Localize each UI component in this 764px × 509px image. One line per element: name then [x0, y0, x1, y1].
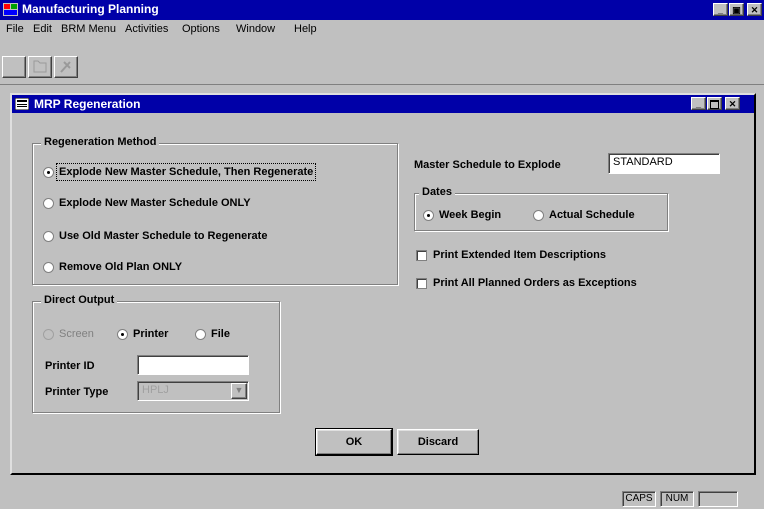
- toolbar: [0, 38, 764, 85]
- child-close-button[interactable]: ✕: [725, 97, 740, 110]
- output-screen-radio: Screen: [43, 328, 94, 340]
- radio[interactable]: [43, 197, 54, 209]
- open-icon: [33, 60, 47, 73]
- printer-type-select[interactable]: HPLJ ▼: [137, 381, 249, 401]
- status-panel-empty: [698, 491, 738, 507]
- status-bar: CAPS NUM: [0, 486, 764, 509]
- regeneration-method-group: Regeneration Method Explode New Master S…: [32, 136, 398, 285]
- child-title-bar[interactable]: MRP Regeneration _ ✕: [12, 95, 754, 113]
- app-close-button[interactable]: ✕: [747, 3, 762, 16]
- num-indicator: NUM: [660, 491, 694, 507]
- master-schedule-label: Master Schedule to Explode: [414, 159, 561, 171]
- dates-title: Dates: [419, 186, 455, 198]
- direct-output-group: Direct Output Screen Printer File Printe…: [32, 294, 280, 413]
- radio: [43, 328, 54, 340]
- radio-selected[interactable]: [43, 166, 54, 178]
- dates-group: Dates Week Begin Actual Schedule: [414, 186, 668, 231]
- output-file-radio[interactable]: File: [195, 328, 230, 340]
- printer-id-label: Printer ID: [45, 360, 95, 372]
- dates-week-begin-radio[interactable]: Week Begin: [423, 209, 501, 221]
- child-title: MRP Regeneration: [34, 97, 141, 111]
- printer-id-input[interactable]: [137, 355, 249, 375]
- child-maximize-button[interactable]: [707, 97, 722, 110]
- printer-type-value: HPLJ: [142, 384, 169, 396]
- menu-activities[interactable]: Activities: [125, 23, 168, 35]
- menu-brm[interactable]: BRM Menu: [61, 23, 116, 35]
- menu-bar: File Edit BRM Menu Activities Options Wi…: [0, 20, 764, 38]
- checkbox[interactable]: [416, 277, 427, 289]
- child-minimize-button[interactable]: _: [691, 97, 706, 110]
- master-schedule-input[interactable]: STANDARD: [608, 153, 720, 174]
- app-icon[interactable]: [3, 3, 18, 16]
- print-extended-descriptions-checkbox[interactable]: Print Extended Item Descriptions: [416, 249, 606, 261]
- print-all-planned-orders-checkbox[interactable]: Print All Planned Orders as Exceptions: [416, 277, 637, 289]
- discard-button[interactable]: Discard: [397, 429, 479, 455]
- menu-file[interactable]: File: [6, 23, 24, 35]
- regen-option-explode-only[interactable]: Explode New Master Schedule ONLY: [43, 197, 251, 209]
- radio[interactable]: [43, 230, 54, 242]
- radio[interactable]: [195, 328, 206, 340]
- chevron-down-icon[interactable]: ▼: [231, 383, 247, 399]
- ok-button[interactable]: OK: [315, 428, 393, 456]
- mrp-regeneration-window: MRP Regeneration _ ✕ Regeneration Method…: [10, 93, 756, 475]
- window-icon[interactable]: [15, 98, 29, 110]
- menu-help[interactable]: Help: [294, 23, 317, 35]
- regen-option-use-old[interactable]: Use Old Master Schedule to Regenerate: [43, 230, 267, 242]
- toolbar-new-button[interactable]: [2, 56, 26, 78]
- toolbar-tools-button[interactable]: [54, 56, 78, 78]
- dates-actual-schedule-radio[interactable]: Actual Schedule: [533, 209, 635, 221]
- printer-type-label: Printer Type: [45, 386, 109, 398]
- radio-selected[interactable]: [117, 328, 128, 340]
- radio[interactable]: [43, 261, 54, 273]
- regeneration-method-title: Regeneration Method: [41, 136, 160, 148]
- menu-options[interactable]: Options: [182, 23, 220, 35]
- regen-option-remove-old[interactable]: Remove Old Plan ONLY: [43, 261, 182, 273]
- app-minimize-button[interactable]: _: [713, 3, 728, 16]
- radio-selected[interactable]: [423, 209, 434, 221]
- output-printer-radio[interactable]: Printer: [117, 328, 168, 340]
- direct-output-title: Direct Output: [41, 294, 118, 306]
- app-title: Manufacturing Planning: [22, 2, 159, 16]
- app-title-bar[interactable]: Manufacturing Planning _ ▣ ✕: [0, 0, 764, 20]
- regen-option-explode-then-regenerate[interactable]: Explode New Master Schedule, Then Regene…: [43, 163, 317, 181]
- toolbar-open-button[interactable]: [28, 56, 52, 78]
- caps-indicator: CAPS: [622, 491, 656, 507]
- tools-icon: [60, 61, 71, 73]
- menu-edit[interactable]: Edit: [33, 23, 52, 35]
- checkbox[interactable]: [416, 249, 427, 261]
- radio[interactable]: [533, 209, 544, 221]
- menu-window[interactable]: Window: [236, 23, 275, 35]
- app-restore-button[interactable]: ▣: [729, 3, 744, 16]
